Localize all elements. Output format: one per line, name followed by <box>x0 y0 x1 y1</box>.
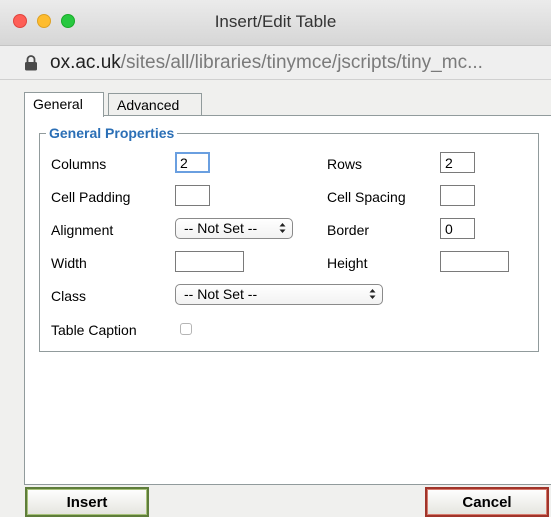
insert-button[interactable]: Insert <box>25 487 149 517</box>
border-label: Border <box>327 222 370 238</box>
url-bar: ox.ac.uk/sites/all/libraries/tinymce/jsc… <box>0 46 551 80</box>
table-caption-checkbox[interactable] <box>180 323 192 335</box>
window-titlebar: Insert/Edit Table <box>0 0 551 46</box>
url-domain: ox.ac.uk <box>50 52 121 73</box>
width-input[interactable] <box>175 251 244 272</box>
tab-advanced[interactable]: Advanced <box>108 93 202 116</box>
lock-icon <box>25 55 37 71</box>
columns-input[interactable] <box>175 152 210 173</box>
table-dialog: General Advanced General Properties Colu… <box>0 80 551 517</box>
cell-spacing-label: Cell Spacing <box>327 189 406 205</box>
cell-spacing-input[interactable] <box>440 185 475 206</box>
rows-label: Rows <box>327 156 363 172</box>
url-path: /sites/all/libraries/tinymce/jscripts/ti… <box>120 52 483 73</box>
cancel-button[interactable]: Cancel <box>425 487 549 517</box>
class-select-value: -- Not Set -- <box>184 286 258 302</box>
cell-padding-input[interactable] <box>175 185 210 206</box>
width-label: Width <box>51 255 87 271</box>
height-input[interactable] <box>440 251 509 272</box>
border-input[interactable] <box>440 218 475 239</box>
cell-padding-label: Cell Padding <box>51 189 131 205</box>
alignment-select-value: -- Not Set -- <box>184 220 258 236</box>
alignment-select[interactable]: -- Not Set -- <box>175 218 293 239</box>
rows-input[interactable] <box>440 152 475 173</box>
select-arrows-icon <box>369 289 376 299</box>
select-arrows-icon <box>279 223 286 233</box>
columns-label: Columns <box>51 156 107 172</box>
class-label: Class <box>51 288 87 304</box>
general-panel: General Properties Columns Rows Cell Pad… <box>24 115 551 485</box>
general-properties-fieldset: General Properties Columns Rows Cell Pad… <box>39 125 539 352</box>
url-text: ox.ac.uk/sites/all/libraries/tinymce/jsc… <box>50 52 545 74</box>
class-select[interactable]: -- Not Set -- <box>175 284 383 305</box>
height-label: Height <box>327 255 368 271</box>
alignment-label: Alignment <box>51 222 114 238</box>
table-caption-label: Table Caption <box>51 322 137 338</box>
window-title: Insert/Edit Table <box>214 12 337 31</box>
general-properties-legend: General Properties <box>46 125 178 141</box>
tab-general[interactable]: General <box>24 92 104 117</box>
